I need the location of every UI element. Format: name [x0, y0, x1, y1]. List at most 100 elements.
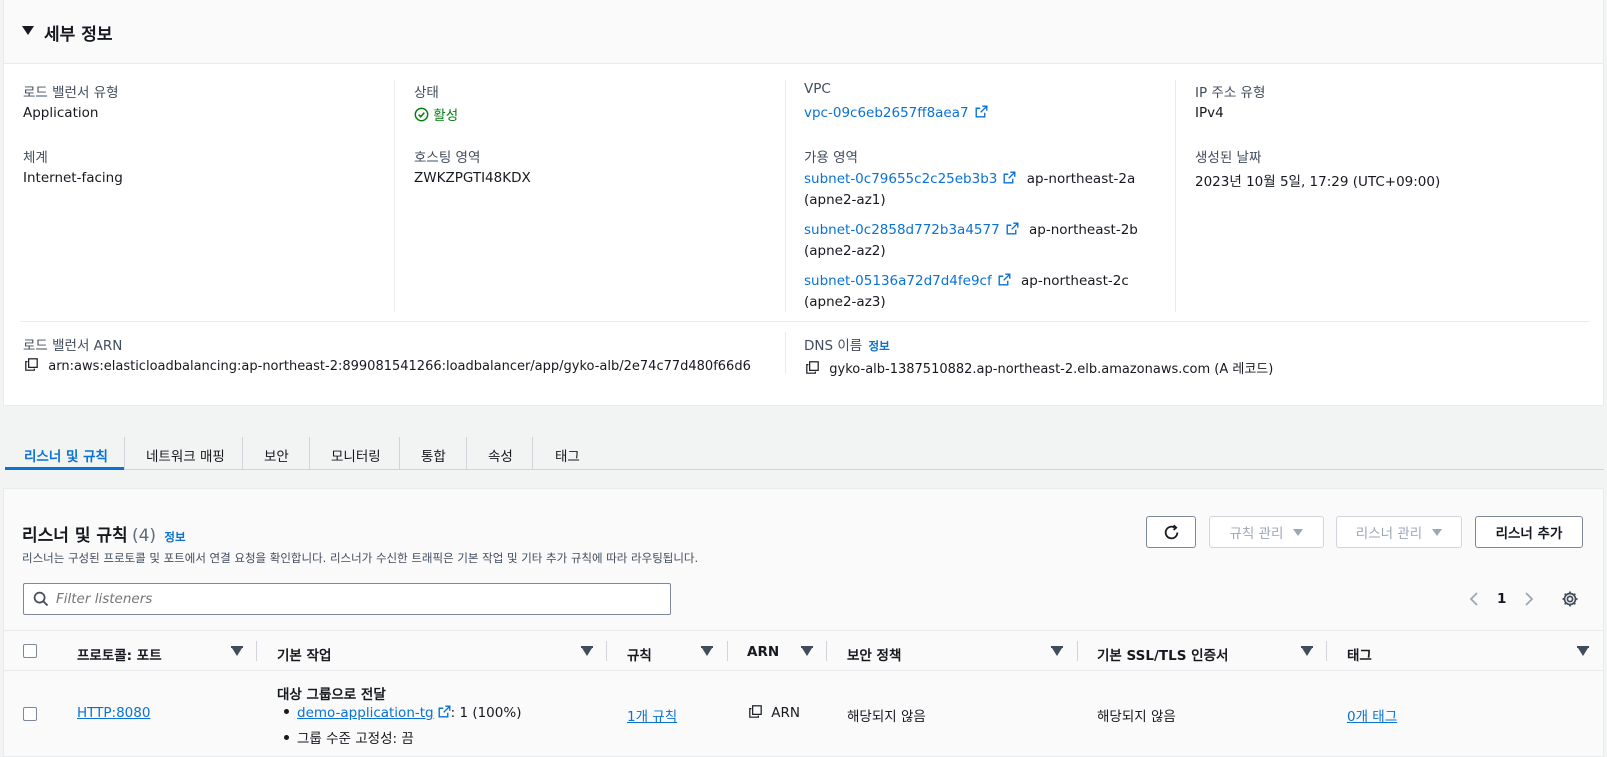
external-link-icon: [1003, 171, 1016, 184]
tab-attributes[interactable]: 속성: [488, 445, 513, 465]
col-default-action[interactable]: 기본 작업: [277, 644, 331, 664]
copy-icon[interactable]: [25, 358, 38, 371]
table-header-bg: [4, 630, 1603, 631]
vpc-link[interactable]: vpc-09c6eb2657ff8aea7: [804, 105, 988, 121]
caret-down-icon[interactable]: [22, 26, 34, 35]
subnet-item-1: subnet-0c79655c2c25eb3b3 ap-northeast-2a…: [804, 169, 1135, 211]
refresh-button[interactable]: [1146, 516, 1196, 548]
subnet-az: (apne2-az3): [804, 294, 886, 310]
col-ssl-certificate[interactable]: 기본 SSL/TLS 인증서: [1097, 644, 1228, 664]
manage-rules-button[interactable]: 규칙 관리: [1209, 516, 1324, 548]
rules-link[interactable]: 1개 규칙: [627, 705, 677, 725]
vpc-label: VPC: [804, 81, 831, 97]
bullet: [284, 735, 289, 740]
select-all-checkbox[interactable]: [23, 644, 37, 658]
sort-icon[interactable]: [802, 648, 812, 656]
add-listener-label: 리스너 추가: [1495, 526, 1563, 542]
bullet: [284, 709, 289, 714]
arn-value: arn:aws:elasticloadbalancing:ap-northeas…: [48, 359, 751, 374]
external-link-icon: [1006, 222, 1019, 235]
ip-type-value: IPv4: [1195, 105, 1224, 121]
search-box[interactable]: [23, 583, 671, 615]
ip-type-label: IP 주소 유형: [1195, 85, 1266, 101]
ssl-cert-value: 해당되지 않음: [1097, 709, 1176, 725]
tab-tags[interactable]: 태그: [555, 445, 580, 465]
tabs-baseline: [124, 469, 1604, 470]
status-badge: 활성: [414, 104, 458, 124]
sort-icon[interactable]: [232, 648, 242, 656]
col-protocol-port[interactable]: 프로토콜: 포트: [77, 644, 162, 664]
details-title: 세부 정보: [44, 25, 113, 45]
hosted-zone-value: ZWKZPGTI48KDX: [414, 170, 531, 186]
refresh-icon: [1164, 524, 1178, 539]
col-arn[interactable]: ARN: [747, 644, 779, 660]
add-listener-button[interactable]: 리스너 추가: [1475, 516, 1583, 548]
subnet-item-3: subnet-05136a72d7d4fe9cf ap-northeast-2c…: [804, 271, 1129, 313]
search-icon: [33, 591, 49, 607]
external-link-icon: [438, 705, 451, 718]
tags-link[interactable]: 0개 태그: [1347, 705, 1397, 725]
sort-icon[interactable]: [1052, 648, 1062, 656]
subnet-zone: ap-northeast-2b: [1028, 222, 1138, 238]
dns-info-link[interactable]: 정보: [869, 339, 890, 353]
subnet-zone: ap-northeast-2a: [1026, 171, 1136, 187]
created-label: 생성된 날짜: [1195, 150, 1262, 166]
page-number[interactable]: 1: [1497, 591, 1506, 607]
col-security-policy[interactable]: 보안 정책: [847, 644, 901, 664]
scheme-value: Internet-facing: [23, 170, 123, 186]
arn-label: ARN: [771, 705, 801, 721]
vpc-value[interactable]: vpc-09c6eb2657ff8aea7: [804, 105, 969, 121]
chevron-right-icon[interactable]: [1523, 591, 1535, 607]
tab-security[interactable]: 보안: [264, 445, 289, 465]
check-circle-icon: [414, 107, 429, 122]
tab-monitoring[interactable]: 모니터링: [331, 445, 381, 465]
scheme-label: 체계: [23, 150, 48, 166]
listeners-heading: 리스너 및 규칙 (4) 정보: [22, 521, 186, 546]
table-row-divider: [4, 670, 1603, 671]
row-checkbox[interactable]: [23, 707, 37, 721]
target-group-link[interactable]: demo-application-tg: [297, 705, 434, 721]
listeners-info-link[interactable]: 정보: [164, 530, 185, 544]
subnet-link[interactable]: subnet-05136a72d7d4fe9cf: [804, 273, 992, 289]
gear-icon[interactable]: [1561, 590, 1579, 608]
manage-listener-label: 리스너 관리: [1355, 526, 1423, 542]
caret-down-icon: [1293, 528, 1304, 536]
search-input[interactable]: [56, 589, 656, 609]
status-label: 상태: [414, 85, 439, 101]
sort-icon[interactable]: [582, 648, 592, 656]
sort-icon[interactable]: [702, 648, 712, 656]
status-value: 활성: [433, 108, 459, 124]
security-policy-value: 해당되지 않음: [847, 709, 926, 725]
arn-label: 로드 밸런서 ARN: [23, 338, 123, 354]
sort-icon[interactable]: [1302, 648, 1312, 656]
lb-type-label: 로드 밸런서 유형: [23, 85, 119, 101]
subnet-az: (apne2-az1): [804, 192, 886, 208]
arn-row: arn:aws:elasticloadbalancing:ap-northeas…: [25, 358, 751, 374]
action-bullet-target: demo-application-tg : 1 (100%): [284, 705, 521, 721]
tab-listeners[interactable]: 리스너 및 규칙: [24, 445, 108, 465]
external-link-icon: [998, 273, 1011, 286]
target-weight: : 1 (100%): [450, 705, 522, 721]
details-header[interactable]: 세부 정보: [4, 0, 1603, 64]
caret-down-icon: [1432, 528, 1443, 536]
tab-network-mapping[interactable]: 네트워크 매핑: [146, 445, 225, 465]
lb-type-value: Application: [23, 105, 99, 121]
chevron-left-icon[interactable]: [1468, 591, 1480, 607]
tab-integration[interactable]: 통합: [421, 445, 446, 465]
col-tags[interactable]: 태그: [1347, 644, 1372, 664]
copy-icon[interactable]: [749, 705, 762, 718]
created-value: 2023년 10월 5일, 17:29 (UTC+09:00): [1195, 174, 1441, 190]
subnet-item-2: subnet-0c2858d772b3a4577 ap-northeast-2b…: [804, 220, 1138, 262]
sort-icon[interactable]: [1578, 648, 1588, 656]
dns-row: gyko-alb-1387510882.ap-northeast-2.elb.a…: [806, 358, 1273, 377]
dns-label-row: DNS 이름 정보: [804, 334, 890, 354]
subnet-link[interactable]: subnet-0c79655c2c25eb3b3: [804, 171, 997, 187]
action-bullet-stickiness: 그룹 수준 고정성: 끔: [284, 727, 414, 747]
manage-listener-button[interactable]: 리스너 관리: [1336, 516, 1462, 548]
stickiness-value: 그룹 수준 고정성: 끔: [297, 731, 414, 747]
protocol-port-link[interactable]: HTTP:8080: [77, 705, 150, 721]
col-rules[interactable]: 규칙: [627, 644, 652, 664]
subnet-link[interactable]: subnet-0c2858d772b3a4577: [804, 222, 1000, 238]
copy-icon[interactable]: [806, 361, 819, 374]
action-title: 대상 그룹으로 전달: [277, 687, 386, 703]
